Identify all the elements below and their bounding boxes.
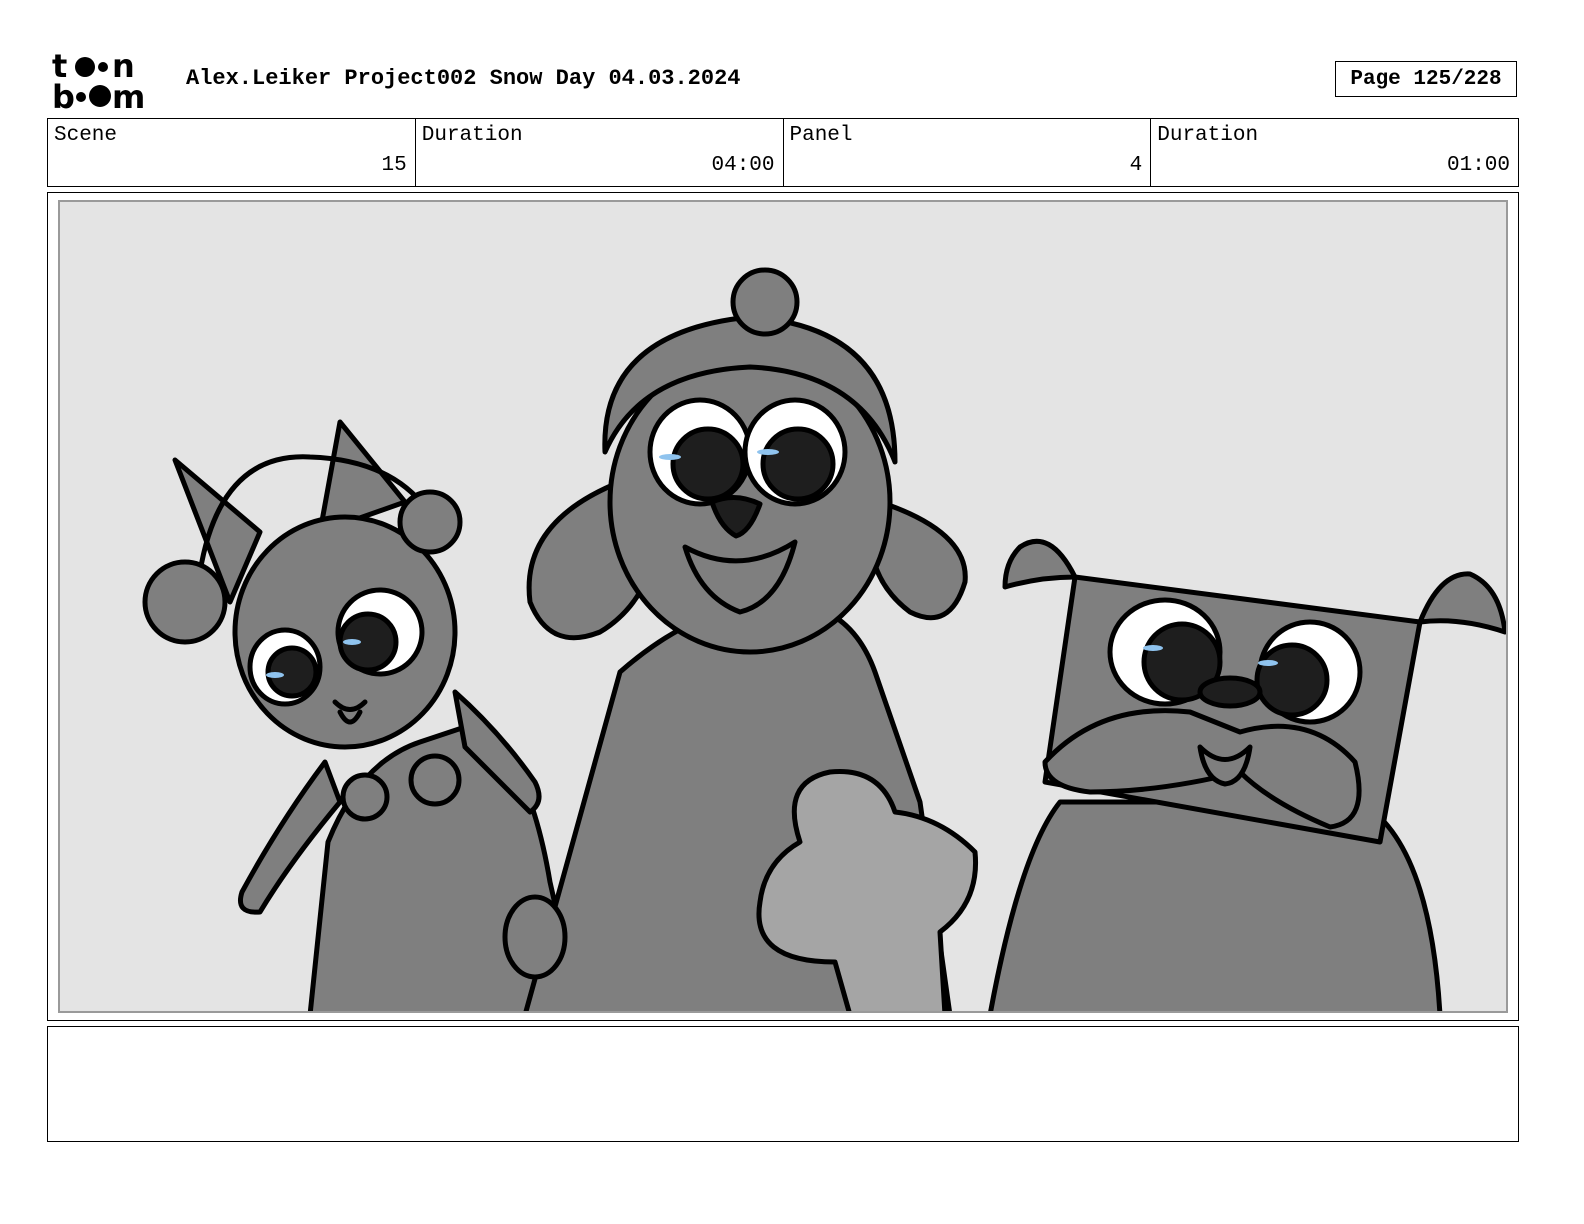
cat-earmuff-right: [397, 489, 463, 555]
project-title: Alex.Leiker Project002 Snow Day 04.03.20…: [186, 66, 741, 91]
sheep-pupil-right: [760, 426, 836, 502]
cat-pupil-left: [265, 645, 319, 699]
panel-label: Panel: [789, 124, 853, 147]
toonboom-logo: t n b m: [52, 47, 164, 116]
cat-tongue: [337, 709, 363, 725]
scene-duration-value: 04:00: [711, 154, 775, 177]
page-indicator: Page 125/228: [1335, 61, 1517, 97]
panel-duration-label: Duration: [1157, 124, 1259, 147]
scene-cell: Scene 15: [48, 119, 416, 186]
tear-drop: [659, 454, 681, 460]
logo-dot: [76, 92, 86, 102]
dog-ear-right: [1417, 571, 1506, 635]
dog-character: [988, 538, 1506, 1011]
panel-illustration: [142, 267, 1506, 1011]
sheep-paw-left: [502, 894, 568, 980]
scene-duration-label: Duration: [421, 124, 523, 147]
panel-info-table: Scene 15 Duration 04:00 Panel 4 Duration…: [47, 118, 1519, 187]
cat-fist-right: [408, 753, 462, 807]
sheep-character: [502, 267, 979, 1011]
panel-cell: Panel 4: [784, 119, 1152, 186]
dog-pupil-right: [1254, 642, 1330, 718]
scene-label: Scene: [54, 124, 118, 147]
panel-notes-box[interactable]: [47, 1026, 1519, 1142]
logo-dot: [75, 57, 95, 77]
dog-ear-left: [1002, 538, 1078, 590]
logo-letter-b: b: [52, 78, 75, 112]
tear-drop: [266, 672, 284, 678]
panel-duration-cell: Duration 01:00: [1151, 119, 1518, 186]
panel-value: 4: [1129, 154, 1143, 177]
cat-earmuff-left: [142, 559, 228, 645]
scene-duration-cell: Duration 04:00: [416, 119, 784, 186]
dog-nose: [1197, 675, 1263, 709]
logo-dot: [98, 62, 108, 72]
cat-fist-left: [340, 772, 390, 822]
scene-value: 15: [381, 154, 407, 177]
toonboom-logo-mark: t n b m: [52, 47, 145, 116]
tear-drop: [343, 639, 361, 645]
panel-duration-value: 01:00: [1446, 154, 1510, 177]
tear-drop: [1258, 660, 1278, 666]
page-number-text: Page 125/228: [1350, 67, 1502, 91]
tear-drop: [757, 449, 779, 455]
logo-letter-m: m: [112, 78, 145, 112]
sheep-pupil-left: [670, 426, 746, 502]
storyboard-panel-drawing: [58, 200, 1508, 1013]
storyboard-panel-frame: [47, 192, 1519, 1021]
sheep-hat-pompom: [730, 267, 800, 337]
tear-drop: [1143, 645, 1163, 651]
logo-dot: [89, 85, 111, 107]
